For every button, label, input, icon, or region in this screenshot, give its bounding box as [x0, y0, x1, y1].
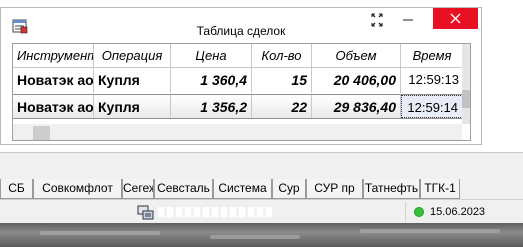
- tab-sistema[interactable]: Система: [213, 179, 272, 199]
- status-bar: 15.06.2023: [0, 199, 523, 223]
- background-panel: [0, 152, 523, 181]
- header-operation[interactable]: Операция: [94, 44, 171, 67]
- desktop-streak: [360, 229, 500, 233]
- cell-price: 1 360,4: [171, 68, 252, 93]
- tab-sur[interactable]: Сур: [272, 179, 306, 199]
- cell-quantity: 15: [252, 68, 312, 93]
- table-row[interactable]: Новатэк ао Купля 1 360,4 15 20 406,00 12…: [13, 68, 462, 93]
- header-quantity[interactable]: Кол-во: [252, 44, 312, 67]
- minimize-icon: [403, 19, 413, 21]
- trades-table: Инструмент Операция Цена Кол-во Объем Вр…: [12, 43, 471, 141]
- header-volume[interactable]: Объем: [312, 44, 401, 67]
- horizontal-scrollbar[interactable]: [13, 124, 462, 140]
- instrument-tabs: СБ Совкомфлот Сегежа Севсталь Система Су…: [0, 179, 523, 199]
- title-bar[interactable]: Таблица сделок: [1, 8, 481, 40]
- trades-window: Таблица сделок Инструмент Операция Цена …: [0, 7, 482, 145]
- cell-time: 12:59:13: [408, 72, 459, 87]
- cell-volume: 20 406,00: [312, 68, 401, 93]
- close-icon: [450, 13, 461, 24]
- restore-icon: [371, 13, 383, 27]
- table-row-selected[interactable]: Новатэк ао Купля 1 356,2 22 29 836,40 12…: [13, 94, 463, 119]
- vertical-scrollbar[interactable]: [462, 44, 470, 124]
- cell-operation: Купля: [94, 95, 171, 118]
- redacted-text: [158, 207, 273, 217]
- header-instrument[interactable]: Инструмент: [13, 44, 94, 67]
- tab-segezha-label[interactable]: Сегежа: [122, 179, 154, 199]
- cell-price: 1 356,2: [171, 95, 252, 118]
- minimize-button[interactable]: [393, 8, 423, 32]
- tab-sur-pr[interactable]: СУР пр: [306, 179, 363, 199]
- tab-sovcomflot[interactable]: Совкомфлот: [33, 179, 122, 199]
- status-date: 15.06.2023: [430, 206, 486, 218]
- header-time[interactable]: Время: [401, 44, 463, 67]
- desktop-background: [0, 223, 523, 247]
- cell-instrument: Новатэк ао: [13, 68, 94, 93]
- cell-quantity: 22: [252, 95, 312, 118]
- table-header: Инструмент Операция Цена Кол-во Объем Вр…: [13, 44, 462, 68]
- horizontal-scroll-thumb[interactable]: [33, 126, 50, 140]
- cell-instrument: Новатэк ао: [13, 95, 94, 118]
- desktop-streak: [40, 231, 160, 235]
- tab-sb[interactable]: СБ: [0, 179, 33, 199]
- tab-tatneft[interactable]: Татнефть: [363, 179, 420, 199]
- tab-severstal[interactable]: Севсталь: [154, 179, 213, 199]
- desktop-streak: [210, 235, 300, 239]
- header-price[interactable]: Цена: [171, 44, 252, 67]
- connection-status-indicator: [414, 207, 424, 217]
- cell-volume: 29 836,40: [312, 95, 401, 118]
- tab-tgk1[interactable]: ТГК-1: [420, 179, 460, 199]
- cell-time-focused[interactable]: 12:59:14: [401, 95, 463, 118]
- close-button[interactable]: [433, 8, 478, 29]
- restore-button[interactable]: [363, 8, 391, 32]
- connection-icon: [137, 205, 154, 220]
- vertical-scroll-thumb[interactable]: [462, 90, 470, 108]
- status-separator: [405, 202, 406, 222]
- cell-operation: Купля: [94, 68, 171, 93]
